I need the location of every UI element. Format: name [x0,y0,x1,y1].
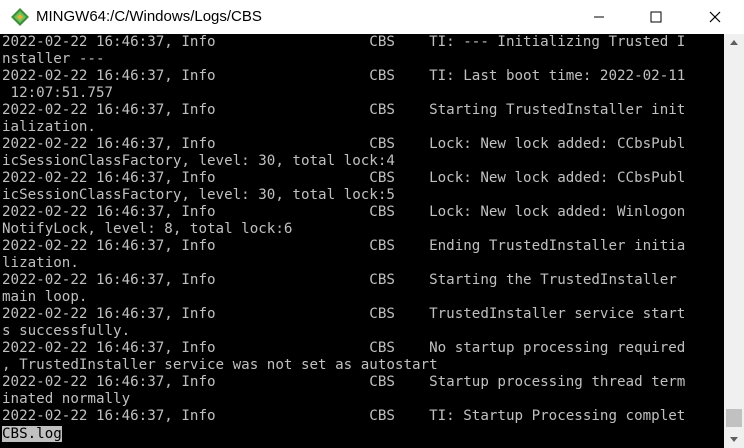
log-line: 2022-02-22 16:46:37, Info CBS Ending Tru… [2,238,686,254]
log-line: main loop. [2,289,88,305]
log-line: 2022-02-22 16:46:37, Info CBS TI: --- In… [2,34,686,50]
log-line: icSessionClassFactory, level: 30, total … [2,187,395,203]
vertical-scrollbar[interactable] [724,34,744,448]
scroll-down-button[interactable] [724,431,744,448]
window-title: MINGW64:/C/Windows/Logs/CBS [36,8,262,25]
log-line: 12:07:51.757 [2,85,114,101]
minimize-icon [594,16,604,18]
scroll-thumb[interactable] [726,409,742,427]
scroll-down-arrow-icon [730,437,738,442]
log-line: ialization. [2,119,96,135]
log-line: nstaller --- [2,51,105,67]
log-line: , TrustedInstaller service was not set a… [2,357,438,373]
pager-status-label: CBS.log [2,426,62,442]
maximize-button[interactable] [627,0,685,34]
title-bar[interactable]: MINGW64:/C/Windows/Logs/CBS [0,0,744,34]
log-line: 2022-02-22 16:46:37, Info CBS Startup pr… [2,374,686,390]
mingw-app-icon[interactable] [10,7,30,27]
scroll-up-button[interactable] [724,34,744,51]
log-line: 2022-02-22 16:46:37, Info CBS Starting T… [2,102,686,118]
scroll-up-arrow-icon [730,40,738,45]
minimize-button[interactable] [570,0,628,34]
log-line: 2022-02-22 16:46:37, Info CBS Lock: New … [2,136,686,152]
log-line: 2022-02-22 16:46:37, Info CBS Starting t… [2,272,677,288]
maximize-icon [650,11,662,23]
log-line: NotifyLock, level: 8, total lock:6 [2,221,293,237]
log-line: 2022-02-22 16:46:37, Info CBS TrustedIns… [2,306,686,322]
log-line: inated normally [2,391,131,407]
log-line: 2022-02-22 16:46:37, Info CBS No startup… [2,340,686,356]
log-line: 2022-02-22 16:46:37, Info CBS Lock: New … [2,204,686,220]
log-line: 2022-02-22 16:46:37, Info CBS TI: Last b… [2,68,686,84]
log-line: s successfully. [2,323,131,339]
log-line: 2022-02-22 16:46:37, Info CBS TI: Startu… [2,408,686,424]
terminal-output[interactable]: 2022-02-22 16:46:37, Info CBS TI: --- In… [0,34,724,448]
close-icon [709,11,721,23]
log-line: lization. [2,255,79,271]
close-button[interactable] [686,0,744,34]
log-line: 2022-02-22 16:46:37, Info CBS Lock: New … [2,170,686,186]
log-line: icSessionClassFactory, level: 30, total … [2,153,395,169]
pager-status-line: CBS.log [2,426,62,443]
